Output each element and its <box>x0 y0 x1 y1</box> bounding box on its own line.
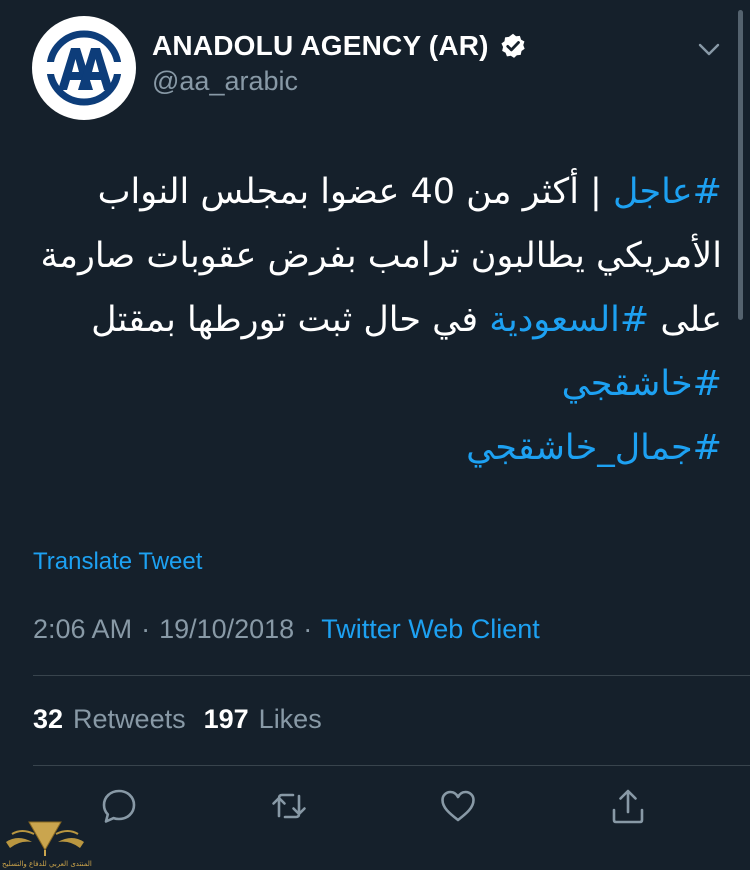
display-name[interactable]: ANADOLU AGENCY (AR) <box>152 30 489 62</box>
reply-icon <box>102 789 136 823</box>
likes-label[interactable]: Likes <box>259 704 322 735</box>
divider <box>33 675 750 676</box>
heart-icon <box>441 790 475 822</box>
hashtag-saudi[interactable]: #السعودية <box>489 300 649 340</box>
tweet-header: ANADOLU AGENCY (AR) @aa_arabic <box>0 0 750 130</box>
retweet-icon <box>272 793 306 819</box>
like-button[interactable] <box>438 786 478 826</box>
tweet-line-2: الأمريكي يطالبون ترامب بفرض عقوبات صارمة <box>32 224 722 288</box>
tweet-time: 2:06 AM <box>33 614 133 644</box>
meta-separator: · <box>303 614 313 644</box>
tweet-line-1: #عاجل | أكثر من 40 عضوا بمجلس النواب <box>32 160 722 224</box>
reply-button[interactable] <box>99 786 139 826</box>
share-icon <box>612 789 644 824</box>
tweet-line-4: #خاشقجي <box>32 352 722 416</box>
name-row: ANADOLU AGENCY (AR) <box>152 28 527 64</box>
tweet-text-segment: | أكثر من 40 عضوا بمجلس النواب <box>97 172 613 212</box>
hashtag-khashoggi[interactable]: #خاشقجي <box>562 364 722 404</box>
retweets-count[interactable]: 32 <box>33 704 63 735</box>
tweet-text-segment: الأمريكي يطالبون ترامب بفرض عقوبات صارمة <box>40 236 722 276</box>
hashtag-jamal-khashoggi[interactable]: #جمال_خاشقجي <box>466 428 722 468</box>
retweet-button[interactable] <box>269 786 309 826</box>
retweets-label[interactable]: Retweets <box>73 704 186 735</box>
tweet-text: #عاجل | أكثر من 40 عضوا بمجلس النواب الأ… <box>32 160 722 480</box>
share-button[interactable] <box>608 786 648 826</box>
tweet-date: 19/10/2018 <box>159 614 295 644</box>
hashtag-breaking[interactable]: #عاجل <box>613 172 722 212</box>
tweet-text-segment: في حال ثبت تورطها بمقتل <box>91 300 490 340</box>
watermark-text: المنتدى العربي للدفاع والتسليح <box>2 860 92 868</box>
tweet-stats: 32 Retweets 197 Likes <box>33 704 322 735</box>
tweet-line-3: على #السعودية في حال ثبت تورطها بمقتل <box>32 288 722 352</box>
tweet-text-segment: على <box>649 300 722 340</box>
divider <box>33 765 750 766</box>
meta-separator: · <box>141 614 151 644</box>
translate-tweet-link[interactable]: Translate Tweet <box>33 548 202 576</box>
tweet-actions <box>0 786 750 834</box>
avatar[interactable] <box>32 16 136 120</box>
tweet-meta: 2:06 AM · 19/10/2018 · Twitter Web Clien… <box>33 614 540 645</box>
anadolu-logo-icon <box>44 30 124 106</box>
handle[interactable]: @aa_arabic <box>152 66 298 97</box>
likes-count[interactable]: 197 <box>204 704 249 735</box>
verified-badge-icon <box>501 33 525 58</box>
chevron-down-icon[interactable] <box>694 34 724 64</box>
tweet-source-link[interactable]: Twitter Web Client <box>321 614 540 645</box>
tweet-line-5: #جمال_خاشقجي <box>32 416 722 480</box>
